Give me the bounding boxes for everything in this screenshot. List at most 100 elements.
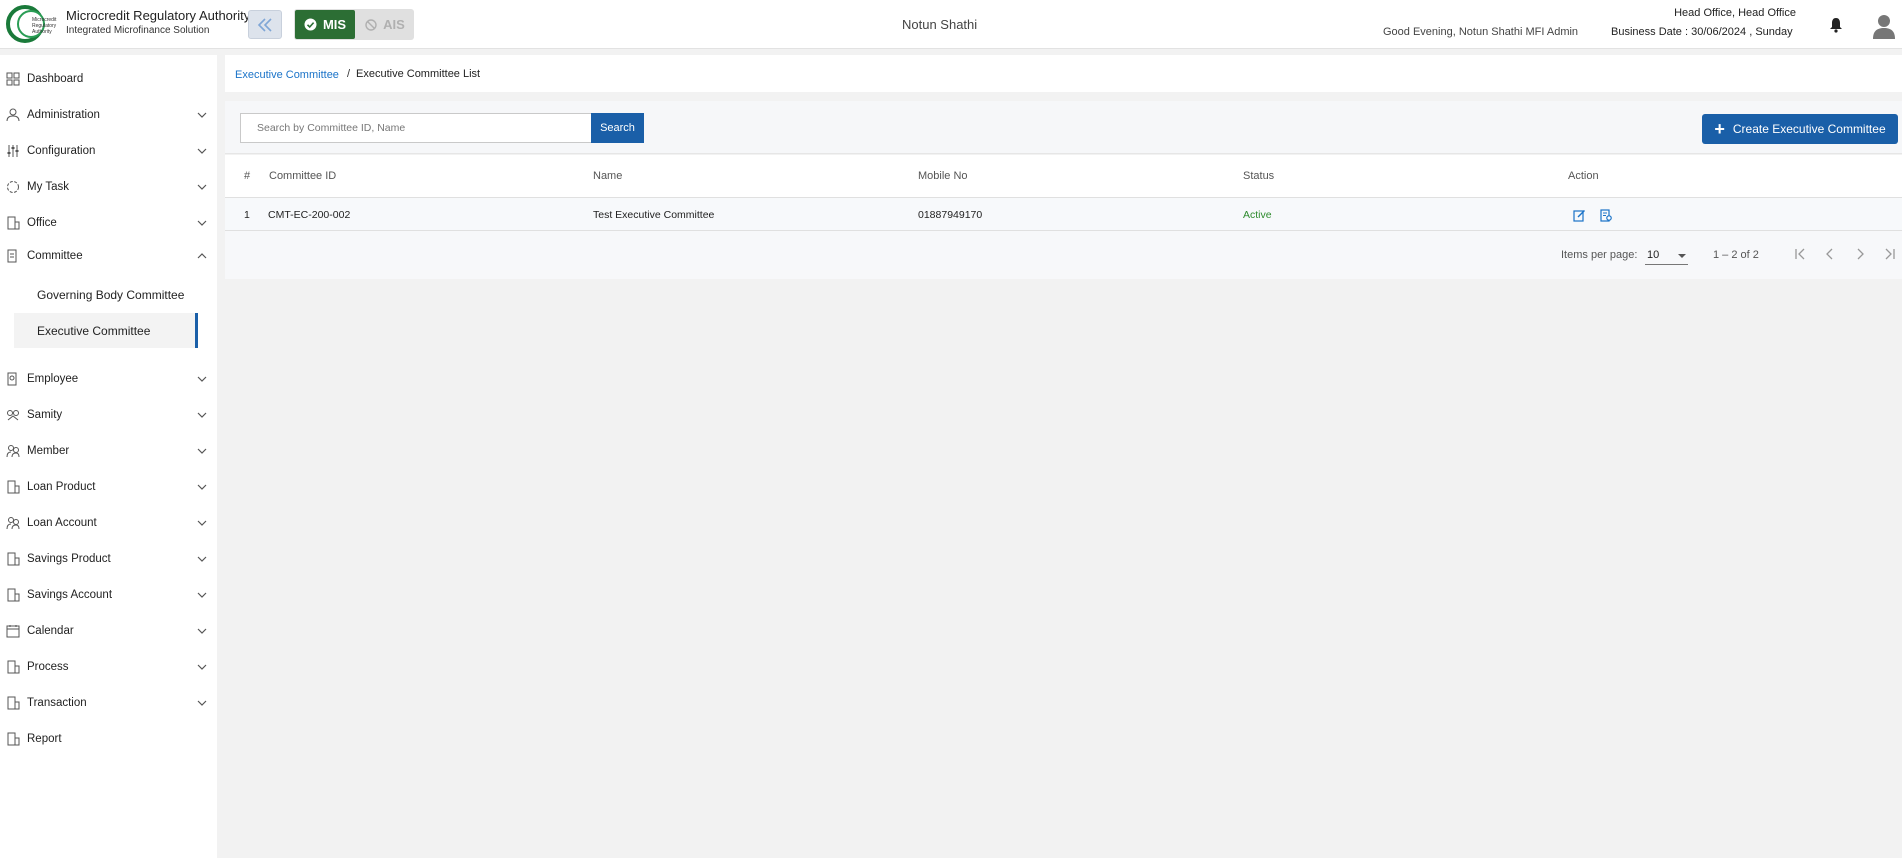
- sidebar-item-configuration[interactable]: Configuration: [0, 136, 217, 166]
- sidebar-item-loan-account[interactable]: Loan Account: [0, 508, 217, 538]
- sidebar-item-process[interactable]: Process: [0, 652, 217, 682]
- ais-label: AIS: [383, 17, 405, 32]
- chevron-down-icon: [197, 448, 207, 454]
- top-header: Microcredit Regulatory Authority Microcr…: [0, 0, 1902, 49]
- sidebar-item-member[interactable]: Member: [0, 436, 217, 466]
- chevron-down-icon: [197, 664, 207, 670]
- create-executive-committee-button[interactable]: + Create Executive Committee: [1702, 114, 1898, 144]
- sidebar-item-employee[interactable]: Employee: [0, 364, 217, 394]
- sidebar-item-samity[interactable]: Samity: [0, 400, 217, 430]
- office-icon: [7, 216, 20, 230]
- sidebar-item-label: Employee: [27, 373, 79, 385]
- sidebar-item-committee[interactable]: Committee: [0, 241, 217, 271]
- sidebar-item-label: Loan Product: [27, 481, 96, 493]
- sidebar-item-calendar[interactable]: Calendar: [0, 616, 217, 646]
- sidebar-item-label: Transaction: [27, 697, 87, 709]
- sidebar-subitem-label: Governing Body Committee: [37, 287, 185, 302]
- sidebar-item-dashboard[interactable]: Dashboard: [0, 64, 217, 94]
- sidebar-item-report[interactable]: Report: [0, 724, 217, 754]
- savings-product-icon: [7, 552, 20, 566]
- first-page-icon[interactable]: [1793, 247, 1807, 261]
- page-range-label: 1 – 2 of 2: [1713, 249, 1759, 261]
- calendar-icon: [6, 625, 20, 638]
- sidebar-subitem-executive-committee[interactable]: Executive Committee: [14, 313, 198, 348]
- sidebar: Dashboard Administration Configuration M…: [0, 55, 217, 858]
- cell-index: 1: [244, 209, 250, 221]
- chevron-down-icon: [197, 592, 207, 598]
- mis-mode-button[interactable]: MIS: [295, 10, 355, 39]
- loan-product-icon: [7, 480, 20, 494]
- search-input[interactable]: [240, 113, 591, 143]
- column-header-action: Action: [1568, 170, 1599, 182]
- chevron-down-icon: [197, 520, 207, 526]
- sidebar-item-transaction[interactable]: Transaction: [0, 688, 217, 718]
- breadcrumb: Executive Committee / Executive Committe…: [225, 55, 1902, 92]
- block-icon: [365, 18, 377, 31]
- samity-icon: [7, 410, 19, 421]
- chevron-down-icon: [197, 484, 207, 490]
- chevron-down-icon: [197, 220, 207, 226]
- breadcrumb-current: Executive Committee List: [356, 68, 481, 80]
- status-badge: Active: [1243, 209, 1272, 221]
- view-details-icon[interactable]: [1600, 209, 1613, 222]
- collapse-sidebar-button[interactable]: [248, 10, 282, 39]
- brand-subtitle: Integrated Microfinance Solution: [66, 25, 210, 36]
- sidebar-item-label: Process: [27, 661, 69, 673]
- sidebar-item-label: Report: [27, 733, 62, 745]
- loan-account-icon: [6, 517, 20, 530]
- next-page-icon[interactable]: [1853, 247, 1867, 261]
- sidebar-item-label: My Task: [27, 181, 69, 193]
- sidebar-item-label: Member: [27, 445, 70, 457]
- cell-mobile: 01887949170: [918, 209, 983, 221]
- business-date: Business Date : 30/06/2024 , Sunday: [1611, 26, 1793, 38]
- chevron-down-icon: [197, 700, 207, 706]
- previous-page-icon[interactable]: [1823, 247, 1837, 261]
- page-size-value: 10: [1647, 249, 1660, 261]
- user-avatar-icon[interactable]: [1872, 13, 1896, 39]
- sidebar-item-my-task[interactable]: My Task: [0, 172, 217, 202]
- organization-name: Notun Shathi: [902, 17, 978, 32]
- brand-title: Microcredit Regulatory Authority: [66, 8, 251, 23]
- employee-icon: [7, 372, 17, 386]
- savings-account-icon: [7, 588, 20, 602]
- check-circle-icon: [304, 18, 317, 31]
- column-header-name: Name: [593, 170, 623, 182]
- report-icon: [7, 732, 20, 746]
- create-button-label: Create Executive Committee: [1732, 122, 1886, 136]
- sidebar-item-loan-product[interactable]: Loan Product: [0, 472, 217, 502]
- breadcrumb-link-executive-committee[interactable]: Executive Committee: [235, 69, 339, 81]
- chevron-down-icon: [197, 184, 207, 190]
- page-size-select[interactable]: 10: [1645, 245, 1688, 265]
- mra-logo: Microcredit Regulatory Authority: [6, 5, 57, 43]
- process-icon: [7, 660, 20, 674]
- sidebar-subitem-label: Executive Committee: [37, 323, 151, 338]
- sidebar-item-administration[interactable]: Administration: [0, 100, 217, 130]
- sidebar-subitem-governing-body-committee[interactable]: Governing Body Committee: [14, 277, 198, 312]
- sidebar-item-label: Savings Account: [27, 589, 113, 601]
- column-header-status: Status: [1243, 170, 1275, 182]
- chevron-up-icon: [197, 253, 207, 259]
- sidebar-item-savings-product[interactable]: Savings Product: [0, 544, 217, 574]
- sidebar-item-label: Samity: [27, 409, 63, 421]
- list-toolbar: Search + Create Executive Committee: [225, 101, 1902, 154]
- column-header-mobile-no: Mobile No: [918, 170, 968, 182]
- chevron-down-icon: [197, 376, 207, 382]
- task-icon: [7, 181, 19, 193]
- committee-table: # Committee ID Name Mobile No Status Act…: [225, 155, 1902, 279]
- sidebar-item-label: Office: [27, 217, 57, 229]
- edit-icon[interactable]: [1573, 209, 1586, 222]
- member-icon: [6, 445, 20, 458]
- sidebar-item-label: Committee: [27, 250, 83, 262]
- committee-icon: [7, 249, 17, 263]
- sidebar-item-label: Loan Account: [27, 517, 97, 529]
- transaction-icon: [7, 696, 20, 710]
- double-chevron-left-icon: [257, 17, 272, 32]
- sidebar-item-savings-account[interactable]: Savings Account: [0, 580, 217, 610]
- chevron-down-icon: [197, 412, 207, 418]
- ais-mode-button[interactable]: AIS: [356, 10, 414, 39]
- notification-bell-icon[interactable]: [1829, 17, 1843, 33]
- last-page-icon[interactable]: [1883, 247, 1897, 261]
- search-button[interactable]: Search: [591, 113, 644, 143]
- table-header: # Committee ID Name Mobile No Status Act…: [225, 155, 1902, 198]
- sidebar-item-office[interactable]: Office: [0, 208, 217, 238]
